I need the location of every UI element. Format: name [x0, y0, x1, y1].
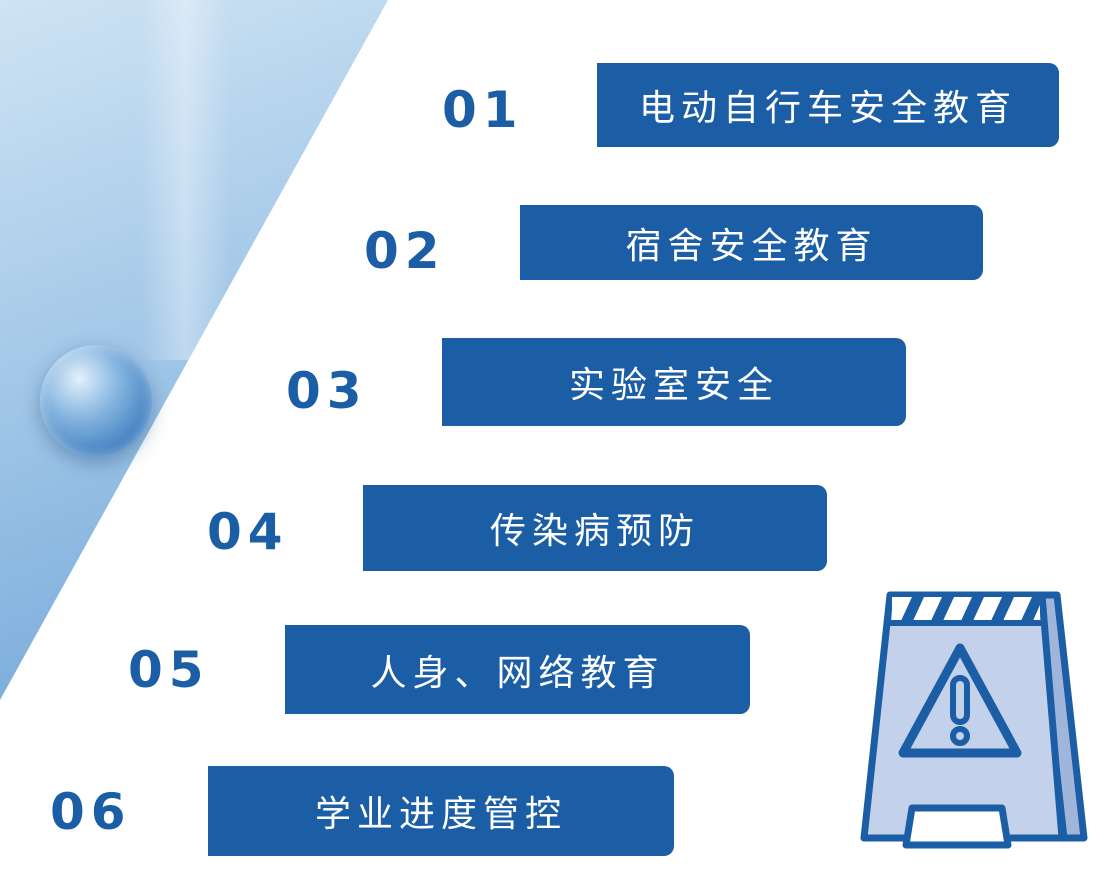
item-number-05: 05 [128, 641, 210, 699]
item-bar-06[interactable]: 学业进度管控 [208, 766, 674, 856]
item-number-04: 04 [207, 503, 289, 561]
item-number-06: 06 [50, 783, 132, 841]
item-label-05: 人身、网络教育 [370, 652, 665, 694]
water-bubble [40, 345, 152, 457]
item-label-02: 宿舍安全教育 [625, 225, 878, 267]
background-light-streak [140, 0, 230, 360]
item-bar-04[interactable]: 传染病预防 [363, 485, 827, 571]
item-number-02: 02 [364, 222, 446, 280]
item-number-03: 03 [286, 362, 368, 420]
item-number-01: 01 [442, 81, 524, 139]
item-bar-03[interactable]: 实验室安全 [442, 338, 906, 426]
item-label-04: 传染病预防 [489, 511, 700, 552]
item-label-03: 实验室安全 [568, 365, 779, 406]
caution-sign-icon [860, 591, 1088, 849]
item-label-06: 学业进度管控 [314, 794, 567, 835]
item-bar-01[interactable]: 电动自行车安全教育 [597, 63, 1059, 147]
item-bar-05[interactable]: 人身、网络教育 [285, 625, 750, 714]
item-label-01: 电动自行车安全教育 [638, 88, 1017, 129]
item-bar-02[interactable]: 宿舍安全教育 [520, 205, 983, 280]
